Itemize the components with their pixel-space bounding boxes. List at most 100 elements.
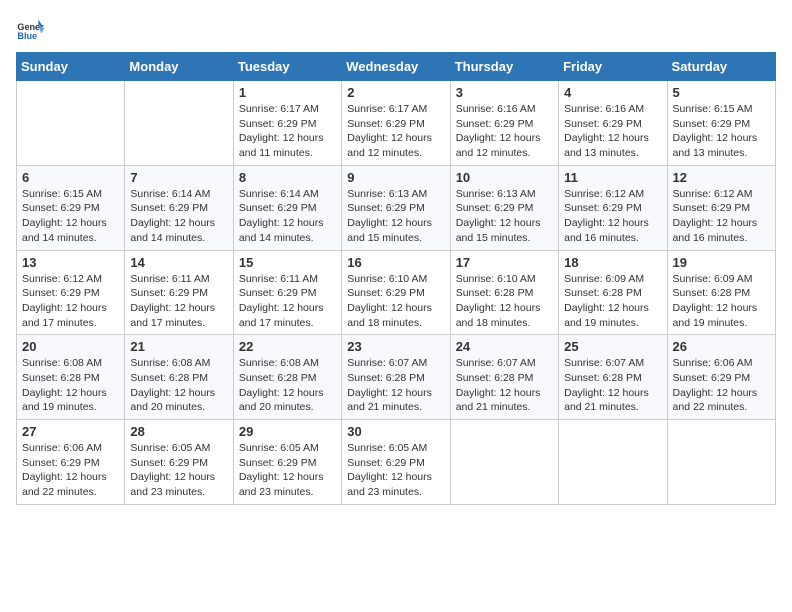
cell-day: 13 [22, 255, 119, 270]
calendar-cell: 26Sunrise: 6:06 AM Sunset: 6:29 PM Dayli… [667, 335, 775, 420]
cell-day: 18 [564, 255, 661, 270]
cell-day: 5 [673, 85, 770, 100]
cell-info: Sunrise: 6:13 AM Sunset: 6:29 PM Dayligh… [347, 187, 444, 246]
calendar-cell: 28 Sunrise: 6:05 AM Sunset: 6:29 PM Dayli… [125, 420, 233, 505]
calendar-cell: 25Sunrise: 6:07 AM Sunset: 6:28 PM Dayli… [559, 335, 667, 420]
calendar-cell: 10Sunrise: 6:13 AM Sunset: 6:29 PM Dayli… [450, 165, 558, 250]
cell-day: 22 [239, 339, 336, 354]
cell-day: 28 [130, 424, 227, 439]
calendar-cell [17, 81, 125, 166]
cell-day: 26 [673, 339, 770, 354]
week-row-1: 1 Sunrise: 6:17 AM Sunset: 6:29 PM Daylig… [17, 81, 776, 166]
calendar-cell: 4Sunrise: 6:16 AM Sunset: 6:29 PM Daylig… [559, 81, 667, 166]
cell-info: Sunrise: 6:15 AM Sunset: 6:29 PM Dayligh… [673, 102, 770, 161]
cell-day: 10 [456, 170, 553, 185]
cell-day: 29 [239, 424, 336, 439]
cell-info: Sunrise: 6:15 AM Sunset: 6:29 PM Dayligh… [22, 187, 119, 246]
calendar-cell [450, 420, 558, 505]
logo-icon: General Blue [16, 16, 44, 44]
cell-day: 2 [347, 85, 444, 100]
cell-info: Sunrise: 6:11 AM Sunset: 6:29 PM Dayligh… [130, 272, 227, 331]
cell-day: 1 [239, 85, 336, 100]
svg-text:Blue: Blue [17, 31, 37, 41]
calendar-cell: 16 Sunrise: 6:10 AM Sunset: 6:29 PM Dayli… [342, 250, 450, 335]
week-row-5: 27 Sunrise: 6:06 AM Sunset: 6:29 PM Dayli… [17, 420, 776, 505]
calendar-cell: 27 Sunrise: 6:06 AM Sunset: 6:29 PM Dayli… [17, 420, 125, 505]
calendar-cell: 13 Sunrise: 6:12 AM Sunset: 6:29 PM Dayli… [17, 250, 125, 335]
cell-info: Sunrise: 6:10 AM Sunset: 6:29 PM Dayligh… [347, 272, 444, 331]
weekday-sunday: Sunday [17, 53, 125, 81]
calendar-cell: 20 Sunrise: 6:08 AM Sunset: 6:28 PM Dayli… [17, 335, 125, 420]
cell-info: Sunrise: 6:07 AM Sunset: 6:28 PM Dayligh… [347, 356, 444, 415]
cell-day: 27 [22, 424, 119, 439]
cell-day: 6 [22, 170, 119, 185]
calendar-cell: 6 Sunrise: 6:15 AM Sunset: 6:29 PM Daylig… [17, 165, 125, 250]
cell-day: 24 [456, 339, 553, 354]
cell-info: Sunrise: 6:10 AM Sunset: 6:28 PM Dayligh… [456, 272, 553, 331]
calendar-cell: 11 Sunrise: 6:12 AM Sunset: 6:29 PM Dayli… [559, 165, 667, 250]
cell-info: Sunrise: 6:14 AM Sunset: 6:29 PM Dayligh… [130, 187, 227, 246]
cell-day: 19 [673, 255, 770, 270]
cell-info: Sunrise: 6:06 AM Sunset: 6:29 PM Dayligh… [22, 441, 119, 500]
weekday-monday: Monday [125, 53, 233, 81]
weekday-wednesday: Wednesday [342, 53, 450, 81]
cell-info: Sunrise: 6:07 AM Sunset: 6:28 PM Dayligh… [564, 356, 661, 415]
cell-info: Sunrise: 6:08 AM Sunset: 6:28 PM Dayligh… [239, 356, 336, 415]
calendar-cell: 18 Sunrise: 6:09 AM Sunset: 6:28 PM Dayli… [559, 250, 667, 335]
calendar-cell [667, 420, 775, 505]
cell-day: 20 [22, 339, 119, 354]
cell-day: 7 [130, 170, 227, 185]
calendar-cell: 22 Sunrise: 6:08 AM Sunset: 6:28 PM Dayli… [233, 335, 341, 420]
calendar-cell: 30Sunrise: 6:05 AM Sunset: 6:29 PM Dayli… [342, 420, 450, 505]
calendar-cell: 9 Sunrise: 6:13 AM Sunset: 6:29 PM Daylig… [342, 165, 450, 250]
cell-info: Sunrise: 6:16 AM Sunset: 6:29 PM Dayligh… [456, 102, 553, 161]
cell-info: Sunrise: 6:08 AM Sunset: 6:28 PM Dayligh… [22, 356, 119, 415]
cell-info: Sunrise: 6:12 AM Sunset: 6:29 PM Dayligh… [673, 187, 770, 246]
cell-day: 17 [456, 255, 553, 270]
calendar-cell: 21Sunrise: 6:08 AM Sunset: 6:28 PM Dayli… [125, 335, 233, 420]
cell-info: Sunrise: 6:05 AM Sunset: 6:29 PM Dayligh… [130, 441, 227, 500]
calendar-cell: 14 Sunrise: 6:11 AM Sunset: 6:29 PM Dayli… [125, 250, 233, 335]
cell-day: 11 [564, 170, 661, 185]
calendar-cell: 15 Sunrise: 6:11 AM Sunset: 6:29 PM Dayli… [233, 250, 341, 335]
cell-info: Sunrise: 6:14 AM Sunset: 6:29 PM Dayligh… [239, 187, 336, 246]
cell-info: Sunrise: 6:05 AM Sunset: 6:29 PM Dayligh… [239, 441, 336, 500]
cell-day: 15 [239, 255, 336, 270]
weekday-friday: Friday [559, 53, 667, 81]
cell-info: Sunrise: 6:17 AM Sunset: 6:29 PM Dayligh… [239, 102, 336, 161]
calendar-cell: 3 Sunrise: 6:16 AM Sunset: 6:29 PM Daylig… [450, 81, 558, 166]
page-header: General Blue [16, 16, 776, 44]
logo: General Blue [16, 16, 44, 44]
calendar-cell: 7 Sunrise: 6:14 AM Sunset: 6:29 PM Daylig… [125, 165, 233, 250]
cell-info: Sunrise: 6:09 AM Sunset: 6:28 PM Dayligh… [564, 272, 661, 331]
cell-info: Sunrise: 6:12 AM Sunset: 6:29 PM Dayligh… [22, 272, 119, 331]
week-row-3: 13 Sunrise: 6:12 AM Sunset: 6:29 PM Dayli… [17, 250, 776, 335]
calendar-cell: 1 Sunrise: 6:17 AM Sunset: 6:29 PM Daylig… [233, 81, 341, 166]
weekday-thursday: Thursday [450, 53, 558, 81]
cell-day: 21 [130, 339, 227, 354]
weekday-saturday: Saturday [667, 53, 775, 81]
cell-day: 3 [456, 85, 553, 100]
cell-day: 12 [673, 170, 770, 185]
cell-info: Sunrise: 6:12 AM Sunset: 6:29 PM Dayligh… [564, 187, 661, 246]
calendar-cell: 12 Sunrise: 6:12 AM Sunset: 6:29 PM Dayli… [667, 165, 775, 250]
cell-info: Sunrise: 6:11 AM Sunset: 6:29 PM Dayligh… [239, 272, 336, 331]
calendar-cell: 23Sunrise: 6:07 AM Sunset: 6:28 PM Dayli… [342, 335, 450, 420]
calendar-cell: 19 Sunrise: 6:09 AM Sunset: 6:28 PM Dayli… [667, 250, 775, 335]
calendar-cell: 2 Sunrise: 6:17 AM Sunset: 6:29 PM Daylig… [342, 81, 450, 166]
calendar-cell: 5 Sunrise: 6:15 AM Sunset: 6:29 PM Daylig… [667, 81, 775, 166]
calendar-cell [125, 81, 233, 166]
calendar-cell: 8 Sunrise: 6:14 AM Sunset: 6:29 PM Daylig… [233, 165, 341, 250]
calendar-cell [559, 420, 667, 505]
calendar-cell: 29 Sunrise: 6:05 AM Sunset: 6:29 PM Dayli… [233, 420, 341, 505]
cell-day: 14 [130, 255, 227, 270]
cell-info: Sunrise: 6:17 AM Sunset: 6:29 PM Dayligh… [347, 102, 444, 161]
cell-day: 8 [239, 170, 336, 185]
cell-info: Sunrise: 6:09 AM Sunset: 6:28 PM Dayligh… [673, 272, 770, 331]
calendar-cell: 17 Sunrise: 6:10 AM Sunset: 6:28 PM Dayli… [450, 250, 558, 335]
weekday-header-row: SundayMondayTuesdayWednesdayThursdayFrid… [17, 53, 776, 81]
cell-day: 9 [347, 170, 444, 185]
cell-day: 16 [347, 255, 444, 270]
cell-info: Sunrise: 6:16 AM Sunset: 6:29 PM Dayligh… [564, 102, 661, 161]
cell-info: Sunrise: 6:07 AM Sunset: 6:28 PM Dayligh… [456, 356, 553, 415]
